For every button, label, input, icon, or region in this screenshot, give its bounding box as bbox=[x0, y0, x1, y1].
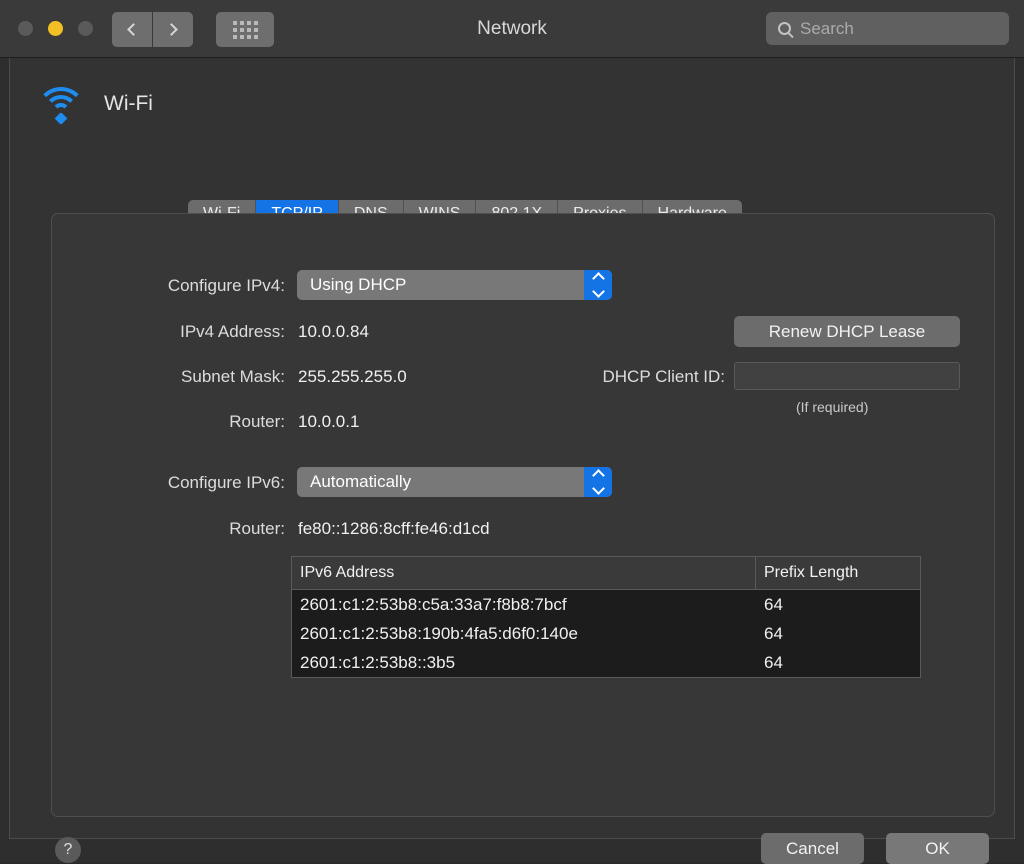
column-header-prefix-length[interactable]: Prefix Length bbox=[756, 557, 920, 589]
cell-prefix-length: 64 bbox=[764, 623, 783, 643]
network-preferences-window: Network Search Wi-Fi Wi-Fi TCP/IP DNS WI… bbox=[0, 0, 1024, 864]
ipv6-router-label: Router: bbox=[229, 519, 285, 538]
ipv6-address-table[interactable]: IPv6 Address Prefix Length 2601:c1:2:53b… bbox=[291, 556, 921, 678]
dhcp-client-id-hint: (If required) bbox=[796, 399, 869, 415]
ok-button[interactable]: OK bbox=[886, 833, 989, 864]
ipv6-router-value: fe80::1286:8cff:fe46:d1cd bbox=[298, 519, 490, 538]
tcpip-panel: Configure IPv4: Using DHCP IPv4 Address:… bbox=[51, 213, 995, 817]
cell-prefix-length: 64 bbox=[764, 594, 783, 614]
column-header-ipv6-address[interactable]: IPv6 Address bbox=[292, 557, 756, 589]
cell-ipv6-address: 2601:c1:2:53b8:190b:4fa5:d6f0:140e bbox=[300, 623, 578, 643]
service-name: Wi-Fi bbox=[104, 92, 153, 115]
chevron-updown-icon bbox=[584, 270, 612, 300]
table-row[interactable]: 2601:c1:2:53b8:190b:4fa5:d6f0:140e 64 bbox=[292, 619, 920, 648]
configure-ipv6-label: Configure IPv6: bbox=[167, 473, 285, 492]
cancel-button[interactable]: Cancel bbox=[761, 833, 864, 864]
title-bar: Network Search bbox=[0, 0, 1024, 58]
search-input[interactable]: Search bbox=[766, 12, 1009, 45]
table-row[interactable]: 2601:c1:2:53b8:c5a:33a7:f8b8:7bcf 64 bbox=[292, 590, 920, 619]
subnet-mask-value: 255.255.255.0 bbox=[298, 367, 407, 386]
search-placeholder: Search bbox=[800, 18, 854, 38]
subnet-mask-label: Subnet Mask: bbox=[181, 367, 285, 386]
cell-ipv6-address: 2601:c1:2:53b8::3b5 bbox=[300, 652, 456, 672]
service-header: Wi-Fi bbox=[35, 84, 153, 125]
configure-ipv4-label: Configure IPv4: bbox=[167, 276, 285, 295]
help-button[interactable]: ? bbox=[55, 837, 81, 863]
chevron-updown-icon bbox=[584, 467, 612, 497]
wifi-icon bbox=[35, 84, 87, 125]
ipv4-router-label: Router: bbox=[229, 412, 285, 431]
ipv4-address-value: 10.0.0.84 bbox=[298, 322, 369, 341]
configure-ipv6-popup[interactable]: Automatically bbox=[297, 467, 612, 497]
cell-ipv6-address: 2601:c1:2:53b8:c5a:33a7:f8b8:7bcf bbox=[300, 594, 567, 614]
search-icon bbox=[778, 22, 791, 35]
table-row[interactable]: 2601:c1:2:53b8::3b5 64 bbox=[292, 648, 920, 677]
configure-ipv4-popup[interactable]: Using DHCP bbox=[297, 270, 612, 300]
ipv4-address-label: IPv4 Address: bbox=[180, 322, 285, 341]
cell-prefix-length: 64 bbox=[764, 652, 783, 672]
tcpip-settings-sheet: Wi-Fi Wi-Fi TCP/IP DNS WINS 802.1X Proxi… bbox=[9, 58, 1015, 864]
table-header-row: IPv6 Address Prefix Length bbox=[292, 557, 920, 590]
dhcp-client-id-field[interactable] bbox=[734, 362, 960, 390]
renew-dhcp-lease-button[interactable]: Renew DHCP Lease bbox=[734, 316, 960, 347]
configure-ipv6-value: Automatically bbox=[310, 472, 412, 491]
ipv4-router-value: 10.0.0.1 bbox=[298, 412, 360, 431]
configure-ipv4-value: Using DHCP bbox=[310, 275, 407, 294]
dhcp-client-id-label: DHCP Client ID: bbox=[602, 367, 726, 386]
